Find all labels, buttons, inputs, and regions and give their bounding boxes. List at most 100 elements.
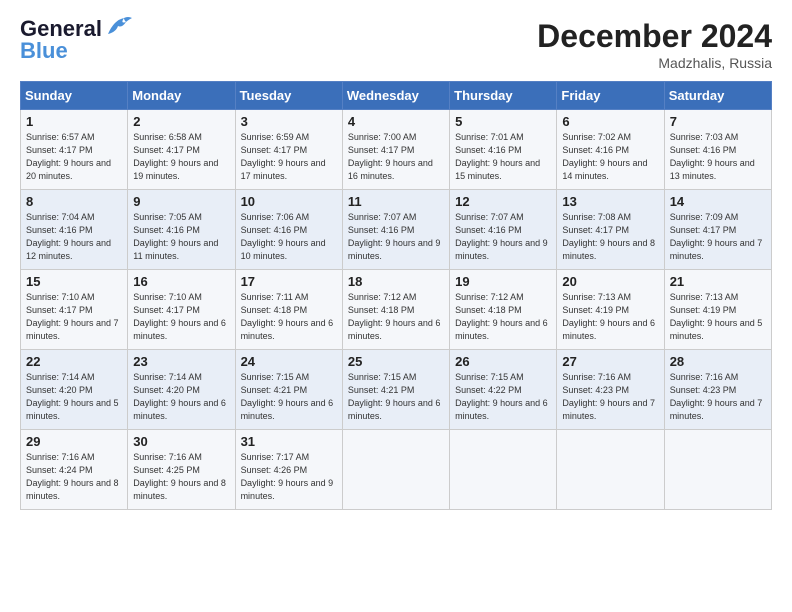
table-row: 12 Sunrise: 7:07 AM Sunset: 4:16 PM Dayl… — [450, 190, 557, 270]
day-info: Sunrise: 7:08 AM Sunset: 4:17 PM Dayligh… — [562, 211, 658, 263]
table-row: 1 Sunrise: 6:57 AM Sunset: 4:17 PM Dayli… — [21, 110, 128, 190]
day-number: 3 — [241, 114, 337, 129]
table-row: 2 Sunrise: 6:58 AM Sunset: 4:17 PM Dayli… — [128, 110, 235, 190]
logo-bird-icon — [104, 16, 132, 38]
table-row: 26 Sunrise: 7:15 AM Sunset: 4:22 PM Dayl… — [450, 350, 557, 430]
day-number: 10 — [241, 194, 337, 209]
day-info: Sunrise: 7:17 AM Sunset: 4:26 PM Dayligh… — [241, 451, 337, 503]
day-info: Sunrise: 6:57 AM Sunset: 4:17 PM Dayligh… — [26, 131, 122, 183]
day-info: Sunrise: 7:14 AM Sunset: 4:20 PM Dayligh… — [133, 371, 229, 423]
day-info: Sunrise: 7:01 AM Sunset: 4:16 PM Dayligh… — [455, 131, 551, 183]
calendar-week-row: 1 Sunrise: 6:57 AM Sunset: 4:17 PM Dayli… — [21, 110, 772, 190]
day-info: Sunrise: 7:10 AM Sunset: 4:17 PM Dayligh… — [26, 291, 122, 343]
table-row: 31 Sunrise: 7:17 AM Sunset: 4:26 PM Dayl… — [235, 430, 342, 510]
logo: General Blue — [20, 18, 132, 64]
table-row: 18 Sunrise: 7:12 AM Sunset: 4:18 PM Dayl… — [342, 270, 449, 350]
day-number: 1 — [26, 114, 122, 129]
day-number: 7 — [670, 114, 766, 129]
day-info: Sunrise: 7:12 AM Sunset: 4:18 PM Dayligh… — [455, 291, 551, 343]
main-container: General Blue December 2024 Madzhalis, Ru… — [0, 0, 792, 520]
header-row: Sunday Monday Tuesday Wednesday Thursday… — [21, 82, 772, 110]
month-title: December 2024 — [537, 18, 772, 55]
day-number: 17 — [241, 274, 337, 289]
table-row: 15 Sunrise: 7:10 AM Sunset: 4:17 PM Dayl… — [21, 270, 128, 350]
day-number: 6 — [562, 114, 658, 129]
table-row: 29 Sunrise: 7:16 AM Sunset: 4:24 PM Dayl… — [21, 430, 128, 510]
col-tuesday: Tuesday — [235, 82, 342, 110]
day-info: Sunrise: 7:04 AM Sunset: 4:16 PM Dayligh… — [26, 211, 122, 263]
table-row: 19 Sunrise: 7:12 AM Sunset: 4:18 PM Dayl… — [450, 270, 557, 350]
calendar-week-row: 8 Sunrise: 7:04 AM Sunset: 4:16 PM Dayli… — [21, 190, 772, 270]
table-row: 13 Sunrise: 7:08 AM Sunset: 4:17 PM Dayl… — [557, 190, 664, 270]
table-row: 30 Sunrise: 7:16 AM Sunset: 4:25 PM Dayl… — [128, 430, 235, 510]
day-info: Sunrise: 7:16 AM Sunset: 4:23 PM Dayligh… — [562, 371, 658, 423]
day-number: 24 — [241, 354, 337, 369]
day-number: 27 — [562, 354, 658, 369]
day-info: Sunrise: 7:13 AM Sunset: 4:19 PM Dayligh… — [562, 291, 658, 343]
day-info: Sunrise: 7:05 AM Sunset: 4:16 PM Dayligh… — [133, 211, 229, 263]
day-number: 26 — [455, 354, 551, 369]
day-number: 8 — [26, 194, 122, 209]
table-row: 11 Sunrise: 7:07 AM Sunset: 4:16 PM Dayl… — [342, 190, 449, 270]
logo-blue-text: Blue — [20, 38, 68, 64]
table-row: 21 Sunrise: 7:13 AM Sunset: 4:19 PM Dayl… — [664, 270, 771, 350]
day-number: 29 — [26, 434, 122, 449]
table-row: 9 Sunrise: 7:05 AM Sunset: 4:16 PM Dayli… — [128, 190, 235, 270]
day-info: Sunrise: 7:00 AM Sunset: 4:17 PM Dayligh… — [348, 131, 444, 183]
col-monday: Monday — [128, 82, 235, 110]
table-row: 16 Sunrise: 7:10 AM Sunset: 4:17 PM Dayl… — [128, 270, 235, 350]
col-friday: Friday — [557, 82, 664, 110]
day-info: Sunrise: 7:15 AM Sunset: 4:22 PM Dayligh… — [455, 371, 551, 423]
day-number: 16 — [133, 274, 229, 289]
day-number: 19 — [455, 274, 551, 289]
day-info: Sunrise: 7:09 AM Sunset: 4:17 PM Dayligh… — [670, 211, 766, 263]
day-info: Sunrise: 7:03 AM Sunset: 4:16 PM Dayligh… — [670, 131, 766, 183]
day-number: 4 — [348, 114, 444, 129]
day-info: Sunrise: 7:11 AM Sunset: 4:18 PM Dayligh… — [241, 291, 337, 343]
day-number: 13 — [562, 194, 658, 209]
table-row — [664, 430, 771, 510]
day-info: Sunrise: 7:02 AM Sunset: 4:16 PM Dayligh… — [562, 131, 658, 183]
col-thursday: Thursday — [450, 82, 557, 110]
day-number: 9 — [133, 194, 229, 209]
calendar-body: 1 Sunrise: 6:57 AM Sunset: 4:17 PM Dayli… — [21, 110, 772, 510]
day-info: Sunrise: 7:12 AM Sunset: 4:18 PM Dayligh… — [348, 291, 444, 343]
table-row: 3 Sunrise: 6:59 AM Sunset: 4:17 PM Dayli… — [235, 110, 342, 190]
day-number: 30 — [133, 434, 229, 449]
table-row: 28 Sunrise: 7:16 AM Sunset: 4:23 PM Dayl… — [664, 350, 771, 430]
day-number: 22 — [26, 354, 122, 369]
table-row: 10 Sunrise: 7:06 AM Sunset: 4:16 PM Dayl… — [235, 190, 342, 270]
day-info: Sunrise: 7:14 AM Sunset: 4:20 PM Dayligh… — [26, 371, 122, 423]
location-subtitle: Madzhalis, Russia — [537, 55, 772, 71]
table-row: 14 Sunrise: 7:09 AM Sunset: 4:17 PM Dayl… — [664, 190, 771, 270]
table-row: 25 Sunrise: 7:15 AM Sunset: 4:21 PM Dayl… — [342, 350, 449, 430]
table-row: 4 Sunrise: 7:00 AM Sunset: 4:17 PM Dayli… — [342, 110, 449, 190]
table-row — [450, 430, 557, 510]
day-info: Sunrise: 6:59 AM Sunset: 4:17 PM Dayligh… — [241, 131, 337, 183]
table-row: 7 Sunrise: 7:03 AM Sunset: 4:16 PM Dayli… — [664, 110, 771, 190]
day-info: Sunrise: 7:16 AM Sunset: 4:23 PM Dayligh… — [670, 371, 766, 423]
day-info: Sunrise: 7:07 AM Sunset: 4:16 PM Dayligh… — [455, 211, 551, 263]
col-wednesday: Wednesday — [342, 82, 449, 110]
table-row: 27 Sunrise: 7:16 AM Sunset: 4:23 PM Dayl… — [557, 350, 664, 430]
title-section: December 2024 Madzhalis, Russia — [537, 18, 772, 71]
day-number: 11 — [348, 194, 444, 209]
day-number: 18 — [348, 274, 444, 289]
day-info: Sunrise: 7:07 AM Sunset: 4:16 PM Dayligh… — [348, 211, 444, 263]
table-row: 17 Sunrise: 7:11 AM Sunset: 4:18 PM Dayl… — [235, 270, 342, 350]
header: General Blue December 2024 Madzhalis, Ru… — [20, 18, 772, 71]
day-number: 23 — [133, 354, 229, 369]
calendar-week-row: 29 Sunrise: 7:16 AM Sunset: 4:24 PM Dayl… — [21, 430, 772, 510]
calendar-week-row: 22 Sunrise: 7:14 AM Sunset: 4:20 PM Dayl… — [21, 350, 772, 430]
table-row: 8 Sunrise: 7:04 AM Sunset: 4:16 PM Dayli… — [21, 190, 128, 270]
day-number: 2 — [133, 114, 229, 129]
table-row: 20 Sunrise: 7:13 AM Sunset: 4:19 PM Dayl… — [557, 270, 664, 350]
day-number: 25 — [348, 354, 444, 369]
day-info: Sunrise: 7:16 AM Sunset: 4:25 PM Dayligh… — [133, 451, 229, 503]
table-row: 23 Sunrise: 7:14 AM Sunset: 4:20 PM Dayl… — [128, 350, 235, 430]
day-number: 5 — [455, 114, 551, 129]
table-row: 6 Sunrise: 7:02 AM Sunset: 4:16 PM Dayli… — [557, 110, 664, 190]
day-number: 21 — [670, 274, 766, 289]
logo-text: General — [20, 18, 102, 40]
table-row — [342, 430, 449, 510]
